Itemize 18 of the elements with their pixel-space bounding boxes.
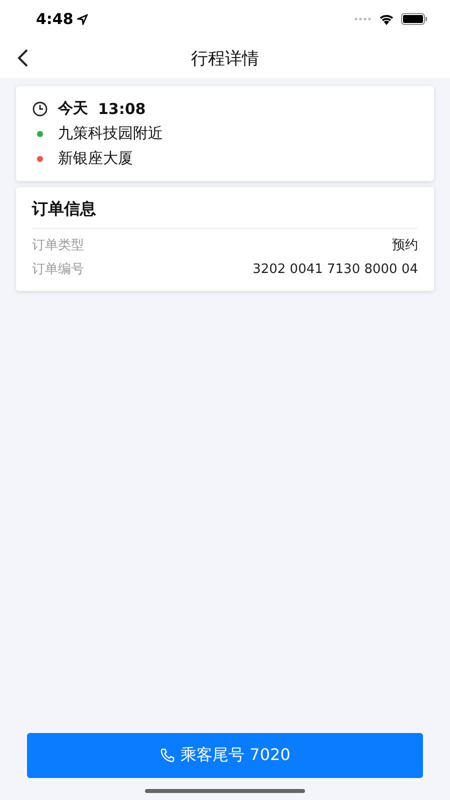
field-value: 3202 0041 7130 8000 04: [252, 262, 418, 276]
section-title: 订单信息: [32, 197, 418, 229]
wifi-icon: [378, 13, 395, 25]
field-label: 订单编号: [32, 261, 84, 278]
trip-time: 13:08: [98, 100, 146, 118]
trip-day: 今天: [58, 99, 88, 118]
status-time: 4:48: [36, 10, 74, 28]
call-passenger-button[interactable]: 乘客尾号 7020: [27, 733, 423, 778]
battery-icon: [401, 13, 428, 25]
field-value: 预约: [392, 237, 418, 254]
stop-name: 九策科技园附近: [58, 124, 163, 143]
clock-icon: [32, 100, 48, 116]
page-title: 行程详情: [191, 48, 259, 70]
location-arrow-icon: [77, 14, 88, 24]
field-label: 订单类型: [32, 237, 84, 254]
stop-name: 新银座大厦: [58, 149, 133, 168]
phone-icon: [160, 748, 175, 763]
signal-icon: [354, 17, 372, 21]
